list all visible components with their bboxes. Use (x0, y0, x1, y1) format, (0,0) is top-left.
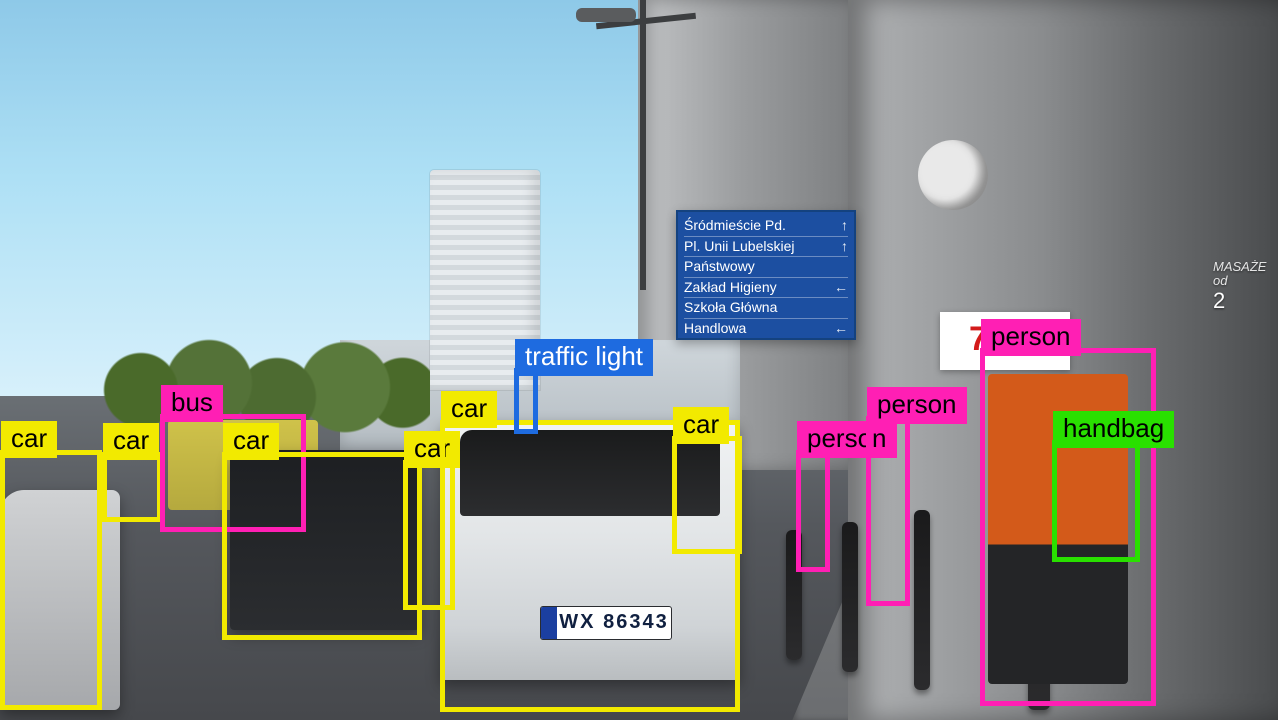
scene: Śródmieście Pd.↑Pl. Unii Lubelskiej↑Pańs… (0, 0, 1278, 720)
address-num: 2 (1213, 288, 1225, 313)
building-address: MASAŻE od 2 (1213, 260, 1273, 313)
sign-line: Państwowy (684, 257, 848, 278)
pedestrian-foreground (988, 374, 1128, 684)
tower (430, 170, 540, 390)
streetlamp-pole (640, 0, 646, 290)
car-white (440, 420, 740, 680)
sign-arrow-icon: ↑ (841, 217, 848, 235)
sign-line: Szkoła Główna (684, 298, 848, 319)
bollard (914, 510, 930, 690)
sign-arrow-icon: ← (834, 320, 848, 338)
store-hours-sign: 7-23 (940, 312, 1070, 370)
sign-arrow-icon: ← (834, 279, 848, 297)
bollard (786, 530, 802, 660)
sign-arrow-icon: ↑ (841, 238, 848, 256)
eu-strip (541, 607, 557, 639)
sign-line: Śródmieście Pd.↑ (684, 216, 848, 237)
bollard (842, 522, 858, 672)
address-sub: od (1213, 274, 1273, 288)
streetlamp-head (576, 8, 636, 22)
sign-line: Zakład Higieny← (684, 278, 848, 299)
direction-sign: Śródmieście Pd.↑Pl. Unii Lubelskiej↑Pańs… (676, 210, 856, 340)
car-left (0, 490, 120, 710)
address-label: MASAŻE (1213, 260, 1273, 274)
license-plate: WX 86343 (540, 606, 672, 640)
sign-line: Handlowa← (684, 319, 848, 339)
car-dark (230, 450, 420, 630)
sign-line: Pl. Unii Lubelskiej↑ (684, 237, 848, 258)
plate-text: WX 86343 (559, 611, 668, 633)
